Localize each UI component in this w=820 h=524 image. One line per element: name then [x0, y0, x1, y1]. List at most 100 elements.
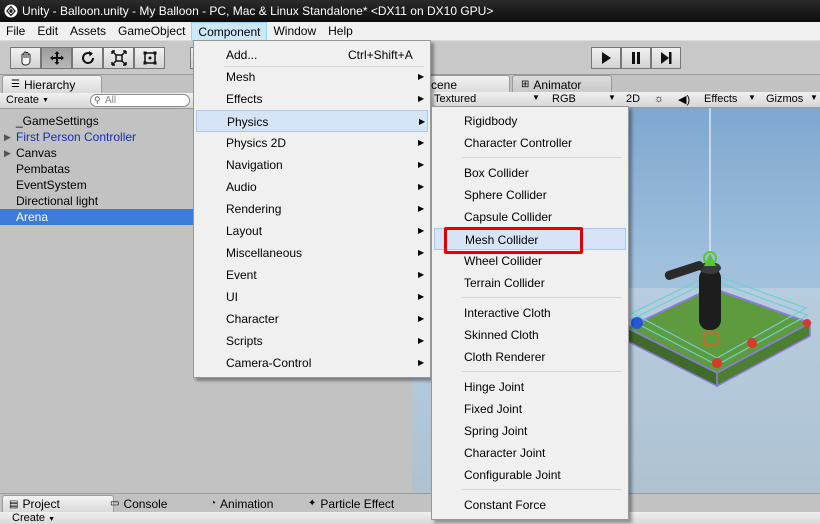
component-menu-item-effects[interactable]: Effects ▶ [196, 88, 428, 110]
physics-menu-item-cloth-renderer[interactable]: Cloth Renderer [434, 346, 626, 368]
step-button[interactable] [651, 47, 681, 69]
physics-menu-item-terrain-collider[interactable]: Terrain Collider [434, 272, 626, 294]
search-icon: ⚲ [94, 95, 101, 105]
submenu-arrow-icon: ▶ [419, 117, 426, 126]
menu-item-label: Rigidbody [464, 114, 518, 128]
physics-menu-item-skinned-cloth[interactable]: Skinned Cloth [434, 324, 626, 346]
component-menu-item-navigation[interactable]: Navigation ▶ [196, 154, 428, 176]
menu-component[interactable]: Component [191, 21, 268, 41]
expand-arrow-icon[interactable]: ▶ [4, 129, 11, 145]
hierarchy-item-first-person-controller[interactable]: ▶ First Person Controller [0, 129, 194, 145]
submenu-arrow-icon: ▶ [418, 160, 425, 169]
menu-item-label: Interactive Cloth [464, 306, 551, 320]
shading-mode-dropdown[interactable]: Textured [434, 93, 476, 105]
menu-item-label: Cloth Renderer [464, 350, 546, 364]
rect-tool-button[interactable] [134, 47, 165, 69]
menu-item-label: Scripts [226, 334, 263, 348]
hierarchy-item-canvas[interactable]: ▶ Canvas [0, 145, 194, 161]
menu-item-label: Add... [226, 48, 258, 62]
tab-console[interactable]: ▭ Console [104, 495, 173, 512]
window-title: Unity - Balloon.unity - My Balloon - PC,… [22, 4, 494, 18]
title-bar: Unity - Balloon.unity - My Balloon - PC,… [0, 0, 820, 22]
tab-animator[interactable]: ⊞ Animator [512, 75, 612, 93]
component-menu-item-layout[interactable]: Layout ▶ [196, 220, 428, 242]
menu-item-label: Character [226, 312, 279, 326]
menu-item-label: Navigation [226, 158, 283, 172]
unity-logo-icon [4, 4, 18, 18]
menu-window[interactable]: Window [267, 22, 322, 41]
physics-menu-item-box-collider[interactable]: Box Collider [434, 162, 626, 184]
move-tool-button[interactable] [41, 47, 72, 69]
physics-menu-item-spring-joint[interactable]: Spring Joint [434, 420, 626, 442]
menu-assets[interactable]: Assets [64, 22, 112, 41]
menu-help[interactable]: Help [322, 22, 359, 41]
sun-icon[interactable]: ☼ [654, 93, 664, 105]
physics-menu-item-sphere-collider[interactable]: Sphere Collider [434, 184, 626, 206]
tab-particle-effect[interactable]: ✦ Particle Effect [302, 495, 400, 512]
menu-item-label: Skinned Cloth [464, 328, 539, 342]
audio-icon[interactable]: ◀) [678, 93, 690, 106]
hierarchy-item-eventsystem[interactable]: EventSystem [0, 177, 194, 193]
component-menu-item-event[interactable]: Event ▶ [196, 264, 428, 286]
physics-menu-item-configurable-joint[interactable]: Configurable Joint [434, 464, 626, 486]
component-menu-item-character[interactable]: Character ▶ [196, 308, 428, 330]
physics-menu-item-interactive-cloth[interactable]: Interactive Cloth [434, 302, 626, 324]
menu-item-label: Spring Joint [464, 424, 528, 438]
hierarchy-create-button[interactable]: Create ▼ [6, 94, 49, 106]
menu-edit[interactable]: Edit [31, 22, 64, 41]
chevron-down-icon: ▼ [810, 93, 818, 102]
expand-arrow-icon[interactable]: ▶ [4, 145, 11, 161]
physics-menu-item-constant-force[interactable]: Constant Force [434, 494, 626, 516]
move-icon [49, 51, 64, 65]
tab-hierarchy[interactable]: ☰ Hierarchy [2, 75, 102, 93]
play-button[interactable] [591, 47, 621, 69]
component-menu-item-miscellaneous[interactable]: Miscellaneous ▶ [196, 242, 428, 264]
menu-item-label: Constant Force [464, 498, 547, 512]
tab-animation[interactable]: ◔ Animation [204, 495, 279, 512]
gizmos-dropdown[interactable]: Gizmos [766, 93, 803, 105]
folder-icon: ▤ [9, 498, 19, 510]
hand-tool-button[interactable] [10, 47, 41, 69]
scale-tool-button[interactable] [103, 47, 134, 69]
hierarchy-item-arena[interactable]: Arena [0, 209, 194, 225]
component-menu-item-physics-2d[interactable]: Physics 2D ▶ [196, 132, 428, 154]
menu-item-label: Character Controller [464, 136, 573, 150]
component-menu-item-mesh[interactable]: Mesh ▶ [196, 66, 428, 88]
physics-menu-item-capsule-collider[interactable]: Capsule Collider [434, 206, 626, 228]
physics-menu-item-character-joint[interactable]: Character Joint [434, 442, 626, 464]
tab-project[interactable]: ▤ Project [2, 495, 114, 512]
component-menu-item-rendering[interactable]: Rendering ▶ [196, 198, 428, 220]
component-menu-item-add[interactable]: Add... Ctrl+Shift+A [196, 44, 428, 66]
project-create-button[interactable]: Create ▼ [12, 512, 55, 524]
component-menu-item-ui[interactable]: UI ▶ [196, 286, 428, 308]
menu-gameobject[interactable]: GameObject [112, 22, 191, 41]
effects-dropdown[interactable]: Effects [704, 93, 737, 105]
component-menu-item-physics[interactable]: Physics ▶ [196, 110, 428, 132]
menu-separator [462, 157, 622, 158]
physics-menu-item-character-controller[interactable]: Character Controller [434, 132, 626, 154]
step-icon [661, 52, 672, 64]
hierarchy-item-directional-light[interactable]: Directional light [0, 193, 194, 209]
console-icon: ▭ [110, 498, 120, 509]
pause-button[interactable] [621, 47, 651, 69]
menu-item-label: Miscellaneous [226, 246, 303, 260]
component-menu-item-scripts[interactable]: Scripts ▶ [196, 330, 428, 352]
rotate-tool-button[interactable] [72, 47, 103, 69]
toggle-2d-button[interactable]: 2D [626, 93, 640, 105]
render-mode-dropdown[interactable]: RGB [552, 93, 576, 105]
physics-menu-item-hinge-joint[interactable]: Hinge Joint [434, 376, 626, 398]
physics-menu-item-rigidbody[interactable]: Rigidbody [434, 110, 626, 132]
menu-file[interactable]: File [0, 22, 31, 41]
menu-item-label: Configurable Joint [464, 468, 561, 482]
hand-icon [21, 51, 30, 66]
component-menu-item-camera-control[interactable]: Camera-Control ▶ [196, 352, 428, 374]
physics-menu-item-fixed-joint[interactable]: Fixed Joint [434, 398, 626, 420]
hierarchy-item-gamesettings[interactable]: _GameSettings [0, 113, 194, 129]
hierarchy-search-input[interactable]: ⚲ All [90, 94, 190, 107]
submenu-arrow-icon: ▶ [418, 204, 425, 213]
hierarchy-item-pembatas[interactable]: Pembatas [0, 161, 194, 177]
hierarchy-item-label: EventSystem [16, 178, 87, 192]
menu-item-label: Sphere Collider [464, 188, 547, 202]
menu-item-label: Wheel Collider [464, 254, 543, 268]
component-menu-item-audio[interactable]: Audio ▶ [196, 176, 428, 198]
